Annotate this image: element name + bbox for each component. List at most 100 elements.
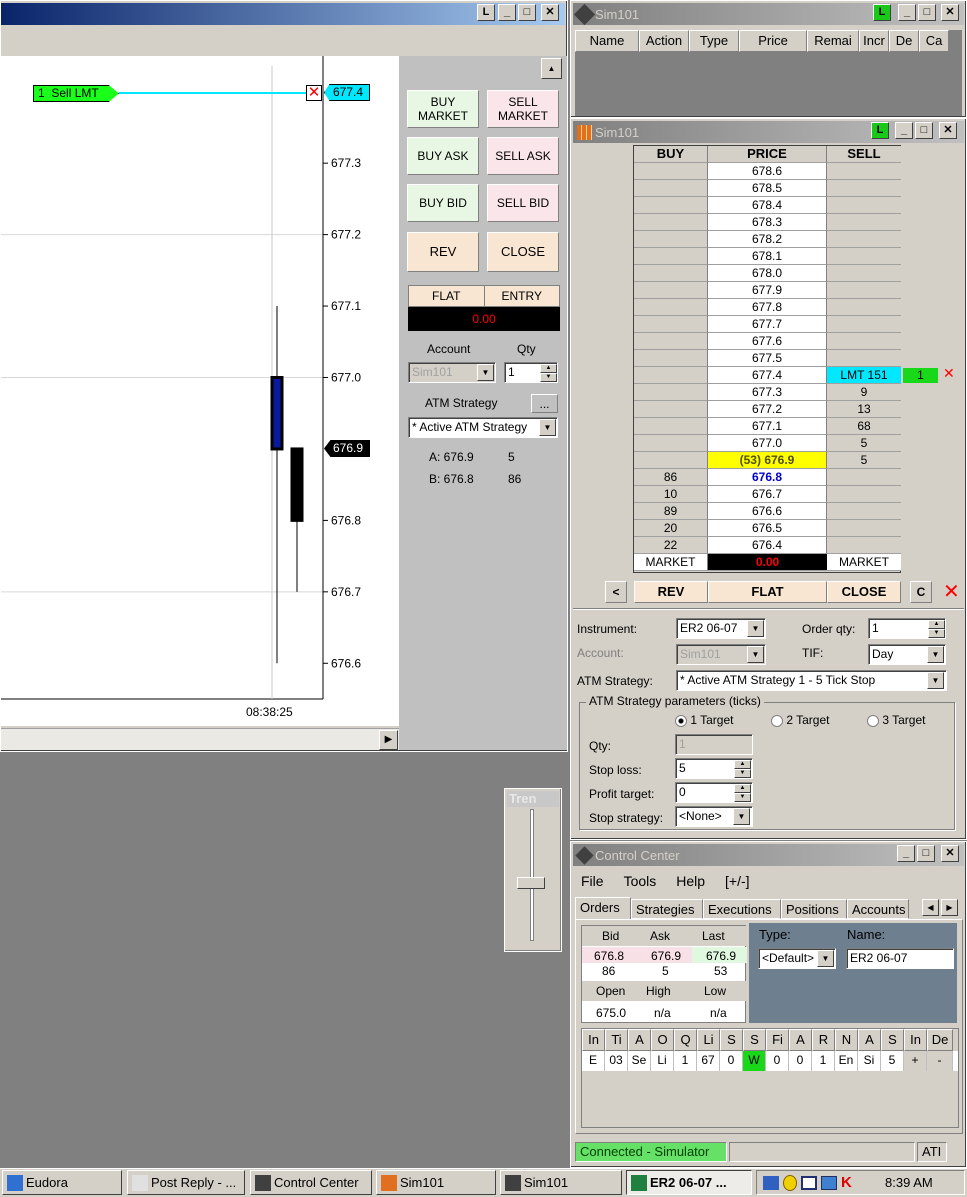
dom-buy-cell[interactable]: 22 — [634, 537, 708, 554]
dom-price-cell[interactable]: 676.6 — [708, 503, 827, 520]
window-tray-icon[interactable] — [801, 1175, 817, 1190]
minimize-button[interactable]: _ — [498, 4, 516, 21]
close-dom-icon[interactable]: ✕ — [943, 581, 960, 603]
horizontal-scrollbar[interactable] — [1, 728, 399, 750]
dom-sell-cell[interactable] — [827, 520, 901, 537]
minimize-button[interactable]: _ — [895, 122, 913, 139]
dom-sell-cell[interactable] — [827, 248, 901, 265]
param-qty-stepper[interactable]: 1 — [675, 734, 753, 755]
cc-grid-row[interactable]: E 03 Se Li 1 67 0 W 0 0 1 En Si 5 + - — [582, 1051, 958, 1071]
tab-positions[interactable]: Positions — [781, 899, 847, 919]
dom-price-cell[interactable]: 677.2 — [708, 401, 827, 418]
chevron-down-icon[interactable]: ▼ — [927, 672, 944, 689]
dom-price-cell[interactable]: 676.8 — [708, 469, 827, 486]
dom-flat-button[interactable]: FLAT — [708, 581, 827, 603]
dom-buy-cell[interactable] — [634, 333, 708, 350]
tab-strategies[interactable]: Strategies — [631, 899, 703, 919]
dom-sell-cell[interactable] — [827, 180, 901, 197]
minimize-button[interactable]: _ — [898, 4, 916, 21]
chevron-down-icon[interactable]: ▼ — [747, 646, 764, 663]
target1-radio[interactable]: 1 Target — [675, 713, 734, 727]
k-tray-icon[interactable]: K — [841, 1174, 855, 1191]
maximize-button[interactable]: □ — [915, 122, 933, 139]
cancel-order-icon[interactable]: ✕ — [306, 85, 322, 101]
dom-price-cell[interactable]: 677.9 — [708, 282, 827, 299]
dom-buy-cell[interactable] — [634, 214, 708, 231]
dom-buy-cell[interactable]: 20 — [634, 520, 708, 537]
dom-sell-cell[interactable] — [827, 486, 901, 503]
dom-sell-cell[interactable] — [827, 469, 901, 486]
close-icon[interactable]: ✕ — [941, 845, 959, 862]
dom-sell-cell[interactable] — [827, 163, 901, 180]
price-chart[interactable]: 677.3 677.2 677.1 677.0 676.8 676.7 676.6 — [1, 56, 399, 726]
qty-down-icon[interactable]: ▼ — [928, 629, 945, 638]
close-icon[interactable]: ✕ — [941, 4, 959, 21]
dom-sell-cell[interactable]: 13 — [827, 401, 901, 418]
dom-buy-cell[interactable] — [634, 265, 708, 282]
collapse-button[interactable]: < — [605, 581, 627, 603]
minimize-button[interactable]: _ — [897, 845, 915, 862]
dom-price-cell[interactable]: 677.1 — [708, 418, 827, 435]
profit-up-icon[interactable]: ▲ — [734, 784, 751, 793]
cancel-all-button[interactable]: C — [910, 581, 932, 603]
market-sell-cell[interactable]: MARKET — [827, 554, 901, 571]
dom-price-cell[interactable]: 676.7 — [708, 486, 827, 503]
maximize-button[interactable]: □ — [918, 4, 936, 21]
taskbar-button[interactable]: Eudora — [2, 1170, 122, 1195]
dom-sell-cell[interactable] — [827, 265, 901, 282]
cc-column-header[interactable]: A — [789, 1029, 812, 1051]
cc-column-header[interactable]: De — [927, 1029, 953, 1051]
buy-market-button[interactable]: BUY MARKET — [407, 90, 479, 128]
maximize-button[interactable]: □ — [518, 4, 536, 21]
close-position-button[interactable]: CLOSE — [487, 232, 559, 272]
tab-executions[interactable]: Executions — [703, 899, 781, 919]
dom-price-cell[interactable]: (53) 676.9 — [708, 452, 827, 469]
dom-sell-cell[interactable] — [827, 231, 901, 248]
dom-sell-cell[interactable]: 9 — [827, 384, 901, 401]
dom-price-cell[interactable]: 676.4 — [708, 537, 827, 554]
dom-price-cell[interactable]: 676.5 — [708, 520, 827, 537]
dom-price-cell[interactable]: 677.0 — [708, 435, 827, 452]
market-buy-cell[interactable]: MARKET — [634, 554, 708, 571]
dom-buy-cell[interactable] — [634, 180, 708, 197]
menu-item[interactable]: Tools — [624, 873, 657, 889]
cc-orders-grid[interactable]: In Ti A O Q Li S S Fi A R N A S In De E 03 Se Li 1 67 0 W 0 0 1 En… — [581, 1028, 959, 1128]
stop-down-icon[interactable]: ▼ — [734, 769, 751, 778]
cc-column-header[interactable]: In — [582, 1029, 605, 1051]
dom-price-cell[interactable]: 677.4 — [708, 367, 827, 384]
monitor-tray-icon[interactable] — [821, 1175, 837, 1190]
dom-buy-cell[interactable] — [634, 452, 708, 469]
buy-bid-button[interactable]: BUY BID — [407, 184, 479, 222]
cancel-order-icon[interactable]: ✕ — [943, 365, 955, 382]
stop-up-icon[interactable]: ▲ — [734, 760, 751, 769]
name-input[interactable]: ER2 06-07 — [846, 948, 954, 969]
tab-scroll-left-icon[interactable]: ◀ — [922, 899, 939, 916]
dom-buy-cell[interactable] — [634, 384, 708, 401]
cc-column-header[interactable]: A — [628, 1029, 651, 1051]
qty-up-icon[interactable]: ▲ — [540, 364, 557, 373]
dom-buy-cell[interactable] — [634, 435, 708, 452]
sell-ask-button[interactable]: SELL ASK — [487, 137, 559, 175]
taskbar-button[interactable]: Post Reply - ... — [127, 1170, 245, 1195]
dom-buy-cell[interactable] — [634, 231, 708, 248]
dom-sell-cell[interactable] — [827, 299, 901, 316]
tab-scroll-right-icon[interactable]: ▶ — [941, 899, 958, 916]
dom-price-cell[interactable]: 678.6 — [708, 163, 827, 180]
close-icon[interactable]: ✕ — [541, 4, 559, 21]
dom-price-cell[interactable]: 677.5 — [708, 350, 827, 367]
dom-sell-cell[interactable] — [827, 282, 901, 299]
dom-buy-cell[interactable]: 10 — [634, 486, 708, 503]
chart-tab-button[interactable]: L — [477, 4, 495, 21]
chevron-down-icon[interactable]: ▼ — [747, 620, 764, 637]
menu-item[interactable]: File — [581, 873, 604, 889]
dom-sell-cell[interactable]: 68 — [827, 418, 901, 435]
dom-atm-select[interactable]: * Active ATM Strategy 1 - 5 Tick Stop — [676, 670, 947, 691]
atm-options-button[interactable]: ... — [531, 394, 558, 413]
dom-sell-cell[interactable] — [827, 197, 901, 214]
cc-grid-cell[interactable]: - — [927, 1051, 953, 1071]
taskbar-button[interactable]: ER2 06-07 ... — [626, 1170, 752, 1195]
dom-buy-cell[interactable] — [634, 367, 708, 384]
dom-sell-cell[interactable] — [827, 350, 901, 367]
cc-column-header[interactable]: A — [858, 1029, 881, 1051]
cc-column-header[interactable]: Li — [697, 1029, 720, 1051]
